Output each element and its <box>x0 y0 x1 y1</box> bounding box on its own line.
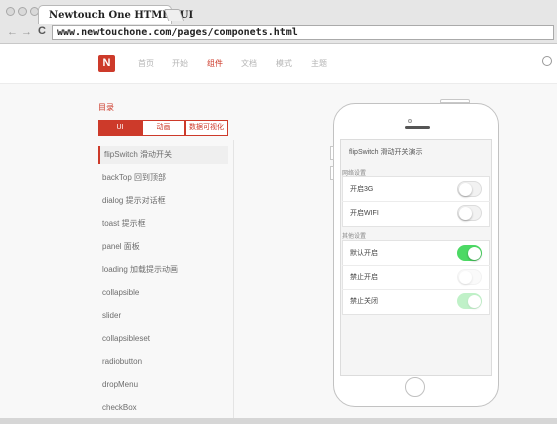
setting-row-disable-on: 禁止开启 <box>342 265 490 290</box>
menu-item-flipswitch[interactable]: flipSwitch 滑动开关 <box>98 146 228 164</box>
camera-icon <box>408 119 412 123</box>
menu-item-checkbox[interactable]: checkBox <box>98 399 228 417</box>
globe-icon[interactable] <box>542 56 552 66</box>
forward-arrow-icon[interactable]: → <box>21 26 32 38</box>
menu-item-collapsibleset[interactable]: collapsibleset <box>98 330 228 348</box>
nav-item-components[interactable]: 组件 <box>207 58 223 69</box>
toggle-disable-on <box>457 269 482 285</box>
nav-item-themes[interactable]: 主题 <box>311 58 327 69</box>
menu-item-dropmenu[interactable]: dropMenu <box>98 376 228 394</box>
site-logo[interactable]: N <box>98 55 115 72</box>
toggle-knob <box>459 207 472 220</box>
setting-row-disable-off: 禁止关闭 <box>342 289 490 314</box>
setting-row-default-on: 默认开启 <box>342 241 490 266</box>
bottom-scrollbar[interactable] <box>0 418 557 424</box>
setting-label: 开启3G <box>350 186 374 193</box>
tab-ui[interactable]: UI <box>98 120 142 136</box>
toc-title: 目录 <box>98 103 114 112</box>
toggle-knob <box>468 247 481 260</box>
toggle-wifi[interactable] <box>457 205 482 221</box>
tab-animation[interactable]: 动画 <box>142 120 185 136</box>
browser-toolbar: Newtouch One HTML5 UI ← → C www.newtouch… <box>0 0 557 44</box>
address-bar[interactable]: www.newtouchone.com/pages/componets.html <box>52 25 554 40</box>
nav-item-docs[interactable]: 文档 <box>241 58 257 69</box>
tab-data-visualization[interactable]: 数据可视化 <box>185 120 228 136</box>
toggle-disable-off <box>457 293 482 309</box>
toggle-knob <box>459 271 472 284</box>
menu-item-collapsible[interactable]: collapsible <box>98 284 228 302</box>
home-button <box>405 377 425 397</box>
speaker-icon <box>405 126 430 129</box>
menu-item-toast[interactable]: toast 提示框 <box>98 215 228 233</box>
minimize-window-button[interactable] <box>18 7 27 16</box>
close-window-button[interactable] <box>6 7 15 16</box>
volume-down-button <box>330 166 334 180</box>
setting-label: 默认开启 <box>350 250 378 257</box>
nav-item-patterns[interactable]: 模式 <box>276 58 292 69</box>
nav-item-start[interactable]: 开始 <box>172 58 188 69</box>
setting-label: 开启WIFI <box>350 210 379 217</box>
section-label-other: 其他设置 <box>342 234 367 240</box>
setting-row-wifi: 开启WIFI <box>342 201 490 226</box>
toggle-default-on[interactable] <box>457 245 482 261</box>
menu-item-loading[interactable]: loading 加载提示动画 <box>98 261 228 279</box>
back-arrow-icon[interactable]: ← <box>7 26 18 38</box>
setting-label: 禁止开启 <box>350 274 378 281</box>
toggle-3g[interactable] <box>457 181 482 197</box>
menu-item-radiobutton[interactable]: radiobutton <box>98 353 228 371</box>
address-text: www.newtouchone.com/pages/componets.html <box>57 27 298 38</box>
reload-icon[interactable]: C <box>38 25 46 37</box>
setting-label: 禁止关闭 <box>350 298 378 305</box>
volume-up-button <box>330 146 334 160</box>
menu-item-slider[interactable]: slider <box>98 307 228 325</box>
setting-row-3g: 开启3G <box>342 177 490 202</box>
demo-title: flipSwitch 滑动开关演示 <box>349 149 423 156</box>
browser-tab[interactable]: Newtouch One HTML5 UI <box>38 5 193 24</box>
sidebar-divider <box>233 140 234 418</box>
menu-item-panel[interactable]: panel 面板 <box>98 238 228 256</box>
toggle-knob <box>468 295 481 308</box>
menu-item-backtop[interactable]: backTop 回到顶部 <box>98 169 228 187</box>
toggle-knob <box>459 183 472 196</box>
power-button <box>440 99 470 103</box>
nav-item-home[interactable]: 首页 <box>138 58 154 69</box>
menu-item-dialog[interactable]: dialog 提示对话框 <box>98 192 228 210</box>
